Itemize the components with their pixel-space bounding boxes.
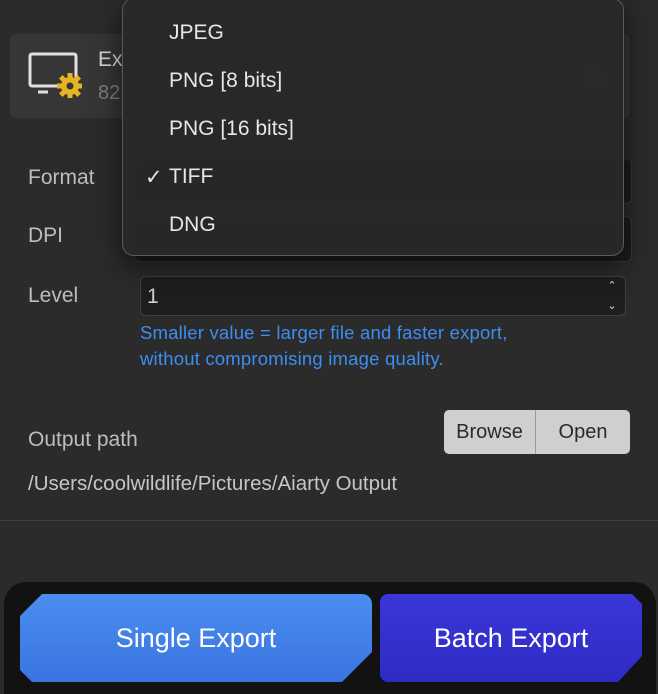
output-path-buttons: Browse Open [444, 410, 630, 454]
level-label: Level [28, 284, 79, 307]
level-stepper[interactable]: 1 ⌃ ⌄ [140, 276, 626, 316]
batch-export-label: Batch Export [433, 622, 589, 653]
chevron-down-icon[interactable]: ⌄ [607, 299, 616, 313]
card-title: Ex [98, 48, 123, 71]
single-export-label: Single Export [115, 622, 277, 653]
output-path-value: /Users/coolwildlife/Pictures/Aiarty Outp… [28, 472, 398, 495]
single-export-button[interactable]: Single Export [20, 594, 372, 682]
menu-item-label: JPEG [169, 21, 224, 44]
menu-item-label: PNG [8 bits] [169, 69, 283, 92]
menu-item-png-16[interactable]: PNG [16 bits] [123, 109, 623, 149]
level-value: 1 [147, 285, 159, 308]
checkmark-icon: ✓ [145, 166, 163, 189]
menu-item-label: PNG [16 bits] [169, 117, 294, 140]
monitor-gear-icon [28, 52, 82, 98]
dpi-label: DPI [28, 224, 64, 247]
menu-item-label: DNG [169, 213, 216, 236]
level-hint-line2: without compromising image quality. [140, 348, 444, 369]
batch-export-button[interactable]: Batch Export [380, 594, 642, 682]
output-path-label: Output path [28, 428, 138, 451]
browse-button[interactable]: Browse [444, 410, 536, 454]
open-button[interactable]: Open [536, 410, 630, 454]
menu-item-label: TIFF [169, 165, 214, 188]
card-subtitle: 82 [98, 82, 121, 104]
menu-item-png-8[interactable]: PNG [8 bits] [123, 61, 623, 101]
menu-item-dng[interactable]: DNG [123, 205, 623, 245]
chevron-up-icon[interactable]: ⌃ [607, 279, 616, 293]
format-label: Format [28, 166, 95, 189]
menu-item-jpeg[interactable]: JPEG [123, 13, 623, 53]
stepper-arrows[interactable]: ⌃ ⌄ [603, 279, 621, 313]
menu-item-tiff[interactable]: ✓ TIFF [123, 157, 623, 197]
level-hint-line1: Smaller value = larger file and faster e… [140, 322, 508, 343]
format-dropdown-menu: JPEG PNG [8 bits] PNG [16 bits] ✓ TIFF D… [122, 0, 624, 256]
divider [0, 520, 658, 521]
